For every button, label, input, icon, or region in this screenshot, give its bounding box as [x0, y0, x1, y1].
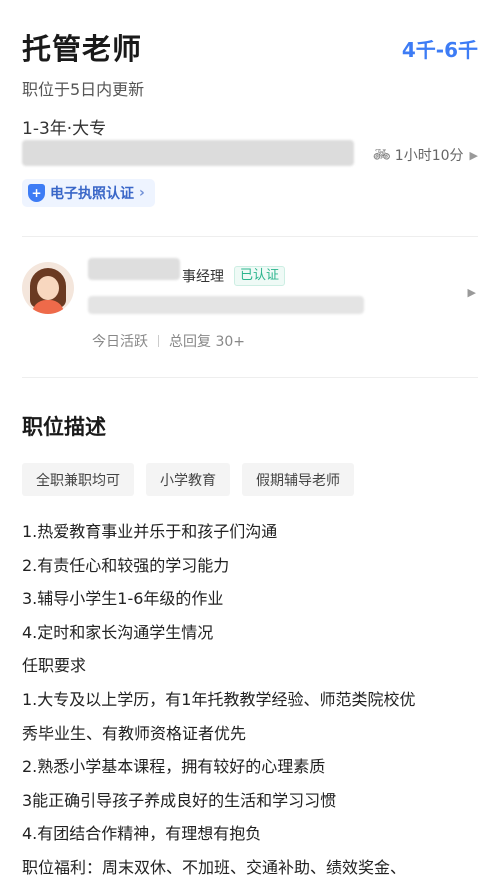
address-row[interactable]: 🚲︎ 1小时10分 ▶	[22, 140, 478, 168]
chevron-right-icon: ›	[139, 185, 145, 201]
job-title: 托管老师	[22, 32, 143, 66]
description-line: 4.定时和家长沟通学生情况	[22, 622, 214, 642]
bicycle-icon: 🚲︎	[373, 147, 391, 163]
divider	[22, 236, 478, 237]
updated-note: 职位于5日内更新	[22, 80, 145, 99]
description-line: 3.辅导小学生1-6年级的作业	[22, 589, 224, 609]
tag: 小学教育	[146, 463, 230, 496]
salary: 4千-6千	[401, 38, 478, 62]
description-line: 秀毕业生、有教师资格证者优先	[22, 723, 247, 743]
license-badge[interactable]: + 电子执照认证 ›	[22, 179, 155, 207]
recruiter-activity: 今日活跃 总回复 30+	[92, 331, 245, 351]
tag: 全职兼职均可	[22, 463, 134, 496]
job-requirements: 1-3年·大专	[22, 119, 107, 139]
description-line: 2.熟悉小学基本课程，拥有较好的心理素质	[22, 757, 326, 777]
commute-info[interactable]: 🚲︎ 1小时10分 ▶	[373, 145, 478, 165]
verified-badge: 已认证	[234, 266, 286, 286]
chevron-right-icon: ▶	[469, 148, 478, 162]
section-title: 职位描述	[22, 415, 106, 439]
tag-list: 全职兼职均可 小学教育 假期辅导老师	[22, 463, 354, 496]
description-line: 1.热爱教育事业并乐于和孩子们沟通	[22, 522, 278, 541]
license-badge-label: 电子执照认证	[50, 186, 134, 202]
description-line: 4.有团结合作精神，有理想有抱负	[22, 824, 262, 844]
description-line: 任职要求	[22, 656, 87, 676]
recruiter-role: 事经理	[182, 269, 224, 285]
chevron-right-icon: ▶	[467, 286, 476, 299]
description-line: 1.大专及以上学历，有1年托教教学经验、师范类院校优	[22, 689, 416, 709]
address-redacted	[22, 140, 354, 166]
avatar	[22, 262, 74, 314]
active-status: 今日活跃	[92, 334, 148, 350]
reply-count: 总回复 30+	[169, 334, 245, 350]
description-line: 3能正确引导孩子养成良好的生活和学习习惯	[22, 790, 337, 810]
commute-time: 1小时10分	[394, 148, 464, 164]
shield-check-icon: +	[28, 184, 45, 202]
divider	[22, 377, 478, 378]
job-description: 1.热爱教育事业并乐于和孩子们沟通 2.有责任心和较强的学习能力 3.辅导小学生…	[22, 515, 482, 884]
description-line: 2.有责任心和较强的学习能力	[22, 555, 230, 575]
recruiter-name-redacted	[88, 258, 180, 280]
company-redacted	[88, 296, 364, 314]
description-line: 职位福利：周末双休、不加班、交通补助、绩效奖金、	[22, 857, 407, 877]
tag: 假期辅导老师	[242, 463, 354, 496]
